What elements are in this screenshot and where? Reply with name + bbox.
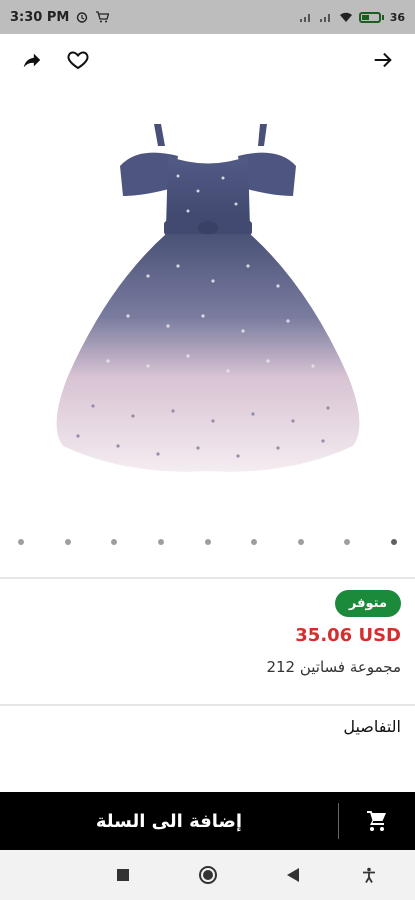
- add-to-cart-bar[interactable]: إضافة الى السلة: [0, 792, 415, 850]
- share-button[interactable]: [16, 44, 48, 76]
- home-button[interactable]: [195, 862, 221, 888]
- pagination-dot[interactable]: [18, 539, 24, 545]
- alarm-icon: [75, 11, 89, 23]
- pagination-dot[interactable]: [204, 539, 211, 545]
- accessibility-icon: [363, 867, 375, 883]
- favorite-button[interactable]: [62, 44, 94, 76]
- product-collection: مجموعة فساتين 212: [266, 658, 401, 676]
- details-heading[interactable]: التفاصيل: [0, 717, 415, 736]
- pagination-dot[interactable]: [391, 539, 397, 545]
- cart-button[interactable]: [339, 792, 415, 850]
- product-image[interactable]: [0, 96, 415, 516]
- divider: [0, 577, 415, 579]
- pagination-dot[interactable]: [344, 539, 351, 545]
- pagination-dot[interactable]: [111, 539, 118, 545]
- availability-badge: متوفر: [334, 590, 401, 617]
- share-icon: [23, 53, 41, 68]
- signal-icon: [299, 11, 313, 23]
- recent-apps-button[interactable]: [110, 862, 136, 888]
- square-icon: [117, 869, 129, 881]
- image-pagination[interactable]: [18, 536, 397, 548]
- arrow-right-icon: [374, 52, 392, 68]
- top-bar: [0, 34, 415, 86]
- triangle-back-icon: [287, 868, 299, 882]
- status-time: 3:30 PM: [10, 9, 70, 25]
- pagination-dot[interactable]: [64, 539, 71, 545]
- pagination-dot[interactable]: [251, 539, 258, 545]
- pagination-dot[interactable]: [297, 539, 304, 545]
- dress-illustration: [56, 124, 359, 472]
- battery-icon: [358, 11, 384, 23]
- product-price: 35.06 USD: [295, 625, 401, 646]
- back-nav-button[interactable]: [280, 862, 306, 888]
- heart-outline-icon: [67, 51, 89, 70]
- shopping-notification-icon: [95, 11, 110, 23]
- add-to-cart-button[interactable]: إضافة الى السلة: [0, 811, 338, 832]
- back-button[interactable]: [367, 44, 399, 76]
- battery-level: 36: [389, 10, 405, 24]
- accessibility-button[interactable]: [356, 862, 382, 888]
- circle-icon: [199, 866, 217, 884]
- pagination-dot[interactable]: [157, 539, 164, 545]
- divider-details: [0, 704, 415, 706]
- cart-icon: [367, 811, 386, 831]
- status-bar: 3:30 PM 36: [0, 0, 415, 34]
- product-info: متوفر 35.06 USD مجموعة فساتين 212: [0, 590, 415, 676]
- wifi-icon: [339, 11, 353, 23]
- system-nav-bar: [0, 850, 415, 900]
- signal-icon-2: [319, 11, 333, 23]
